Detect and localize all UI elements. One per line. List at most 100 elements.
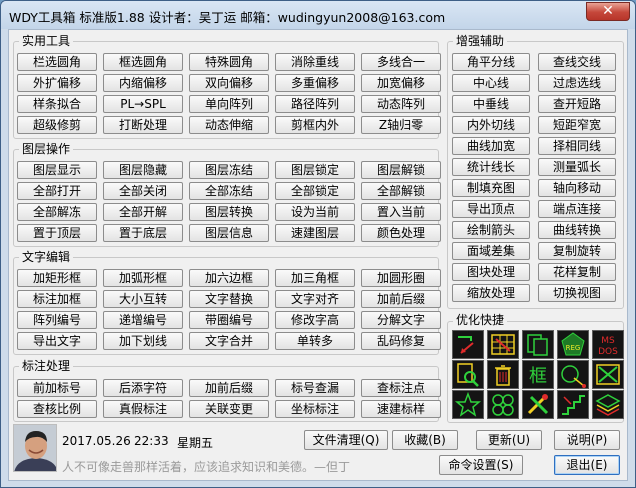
button-enhance-3[interactable]: 过虑选线 xyxy=(538,74,616,92)
button-text-11[interactable]: 递增编号 xyxy=(103,311,183,329)
close-button[interactable]: ✕ xyxy=(586,2,630,21)
button-text-6[interactable]: 大小互转 xyxy=(103,290,183,308)
button-text-4[interactable]: 加圆形圈 xyxy=(361,269,441,287)
button-enhance-12[interactable]: 制填充图 xyxy=(452,179,530,197)
button-layer-11[interactable]: 全部开解 xyxy=(103,203,183,221)
button-text-19[interactable]: 乱码修复 xyxy=(361,332,441,350)
button-practical-16[interactable]: 打断处理 xyxy=(103,116,183,134)
favorite-button[interactable]: 收藏(B) xyxy=(392,430,458,450)
button-layer-15[interactable]: 置于顶层 xyxy=(17,224,97,242)
exit-button[interactable]: 退出(E) xyxy=(554,455,620,475)
button-text-9[interactable]: 加前后缀 xyxy=(361,290,441,308)
button-enhance-23[interactable]: 切换视图 xyxy=(538,284,616,302)
star-icon[interactable] xyxy=(452,390,484,419)
button-dim-4[interactable]: 查标注点 xyxy=(361,379,441,397)
button-dim-2[interactable]: 加前后缀 xyxy=(189,379,269,397)
diagonal-arrow-icon[interactable] xyxy=(592,360,624,389)
button-enhance-4[interactable]: 中垂线 xyxy=(452,95,530,113)
button-layer-5[interactable]: 全部打开 xyxy=(17,182,97,200)
button-text-1[interactable]: 加弧形框 xyxy=(103,269,183,287)
button-text-15[interactable]: 导出文字 xyxy=(17,332,97,350)
button-enhance-18[interactable]: 面域差集 xyxy=(452,242,530,260)
button-enhance-15[interactable]: 端点连接 xyxy=(538,200,616,218)
trash-bin-icon[interactable] xyxy=(487,360,519,389)
table-grid-icon[interactable] xyxy=(487,330,519,359)
button-practical-15[interactable]: 超级修剪 xyxy=(17,116,97,134)
button-layer-12[interactable]: 图层转换 xyxy=(189,203,269,221)
button-practical-1[interactable]: 框选圆角 xyxy=(103,53,183,71)
hexagon-cluster-icon[interactable] xyxy=(487,390,519,419)
layers-icon[interactable] xyxy=(592,390,624,419)
button-practical-18[interactable]: 剪框内外 xyxy=(275,116,355,134)
button-layer-7[interactable]: 全部冻结 xyxy=(189,182,269,200)
button-layer-0[interactable]: 图层显示 xyxy=(17,161,97,179)
tools-icon[interactable] xyxy=(522,390,554,419)
button-text-12[interactable]: 带圈编号 xyxy=(189,311,269,329)
command-settings-button[interactable]: 命令设置(S) xyxy=(439,455,523,475)
button-practical-6[interactable]: 内缩偏移 xyxy=(103,74,183,92)
update-button[interactable]: 更新(U) xyxy=(476,430,542,450)
button-text-13[interactable]: 修改字高 xyxy=(275,311,355,329)
button-enhance-21[interactable]: 花样复制 xyxy=(538,263,616,281)
button-layer-2[interactable]: 图层冻结 xyxy=(189,161,269,179)
button-enhance-14[interactable]: 导出顶点 xyxy=(452,200,530,218)
button-layer-3[interactable]: 图层锁定 xyxy=(275,161,355,179)
button-practical-13[interactable]: 路径阵列 xyxy=(275,95,355,113)
button-practical-8[interactable]: 多重偏移 xyxy=(275,74,355,92)
button-practical-11[interactable]: PL→SPL xyxy=(103,95,183,113)
button-enhance-17[interactable]: 曲线转换 xyxy=(538,221,616,239)
button-enhance-1[interactable]: 查线交线 xyxy=(538,53,616,71)
button-practical-3[interactable]: 消除重线 xyxy=(275,53,355,71)
button-dim-7[interactable]: 关联变更 xyxy=(189,400,269,418)
stairs-icon[interactable] xyxy=(557,390,589,419)
button-dim-6[interactable]: 真假标注 xyxy=(103,400,183,418)
file-clean-button[interactable]: 文件清理(Q) xyxy=(304,430,388,450)
button-layer-9[interactable]: 全部解锁 xyxy=(361,182,441,200)
button-layer-10[interactable]: 全部解冻 xyxy=(17,203,97,221)
button-enhance-7[interactable]: 短距窄宽 xyxy=(538,116,616,134)
reg-badge-icon[interactable]: REG xyxy=(557,330,589,359)
circle-link-icon[interactable] xyxy=(557,360,589,389)
button-enhance-9[interactable]: 择相同线 xyxy=(538,137,616,155)
button-enhance-16[interactable]: 绘制箭头 xyxy=(452,221,530,239)
button-layer-1[interactable]: 图层隐藏 xyxy=(103,161,183,179)
copy-pages-icon[interactable] xyxy=(522,330,554,359)
button-enhance-20[interactable]: 图块处理 xyxy=(452,263,530,281)
button-text-2[interactable]: 加六边框 xyxy=(189,269,269,287)
button-text-16[interactable]: 加下划线 xyxy=(103,332,183,350)
button-text-18[interactable]: 单转多 xyxy=(275,332,355,350)
button-practical-0[interactable]: 栏选圆角 xyxy=(17,53,97,71)
title-bar[interactable]: WDY工具箱 标准版1.88 设计者：吴丁运 邮箱：wudingyun2008@… xyxy=(1,1,635,29)
button-enhance-8[interactable]: 曲线加宽 xyxy=(452,137,530,155)
button-dim-1[interactable]: 后添字符 xyxy=(103,379,183,397)
button-practical-7[interactable]: 双向偏移 xyxy=(189,74,269,92)
button-layer-4[interactable]: 图层解锁 xyxy=(361,161,441,179)
button-enhance-10[interactable]: 统计线长 xyxy=(452,158,530,176)
button-text-0[interactable]: 加矩形框 xyxy=(17,269,97,287)
button-text-5[interactable]: 标注加框 xyxy=(17,290,97,308)
button-text-14[interactable]: 分解文字 xyxy=(361,311,441,329)
button-practical-5[interactable]: 外扩偏移 xyxy=(17,74,97,92)
button-practical-2[interactable]: 特殊圆角 xyxy=(189,53,269,71)
button-layer-19[interactable]: 颜色处理 xyxy=(361,224,441,242)
button-layer-14[interactable]: 置入当前 xyxy=(361,203,441,221)
button-practical-14[interactable]: 动态阵列 xyxy=(361,95,441,113)
button-enhance-2[interactable]: 中心线 xyxy=(452,74,530,92)
button-layer-6[interactable]: 全部关闭 xyxy=(103,182,183,200)
button-layer-13[interactable]: 设为当前 xyxy=(275,203,355,221)
button-dim-8[interactable]: 坐标标注 xyxy=(275,400,355,418)
button-enhance-11[interactable]: 测量弧长 xyxy=(538,158,616,176)
button-enhance-5[interactable]: 查开短路 xyxy=(538,95,616,113)
button-enhance-19[interactable]: 复制旋转 xyxy=(538,242,616,260)
ms-dos-icon[interactable]: MS DOS xyxy=(592,330,624,359)
button-text-3[interactable]: 加三角框 xyxy=(275,269,355,287)
button-practical-9[interactable]: 加宽偏移 xyxy=(361,74,441,92)
button-enhance-13[interactable]: 轴向移动 xyxy=(538,179,616,197)
button-practical-10[interactable]: 样条拟合 xyxy=(17,95,97,113)
frame-char-icon[interactable]: 框 xyxy=(522,360,554,389)
button-dim-3[interactable]: 标号查漏 xyxy=(275,379,355,397)
button-practical-4[interactable]: 多线合一 xyxy=(361,53,441,71)
button-text-8[interactable]: 文字对齐 xyxy=(275,290,355,308)
button-layer-17[interactable]: 图层信息 xyxy=(189,224,269,242)
help-button[interactable]: 说明(P) xyxy=(554,430,620,450)
